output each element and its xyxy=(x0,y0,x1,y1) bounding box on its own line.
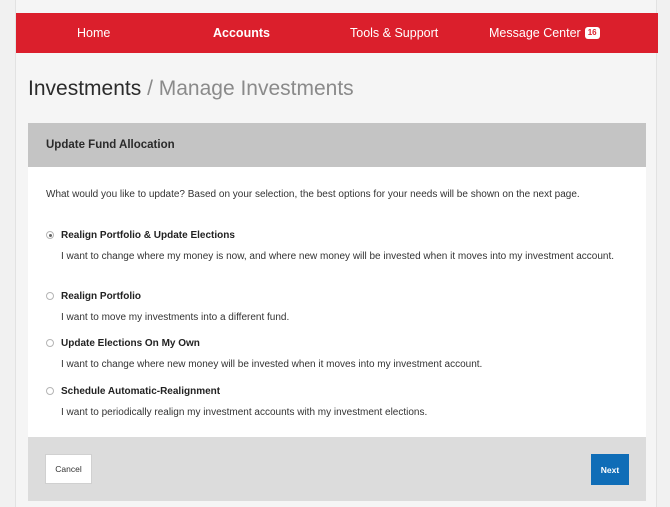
next-button[interactable]: Next xyxy=(591,454,629,485)
option-description: I want to move my investments into a dif… xyxy=(61,312,290,323)
page-frame: Home Accounts Tools & Support Message Ce… xyxy=(15,0,658,507)
top-navigation: Home Accounts Tools & Support Message Ce… xyxy=(16,13,658,53)
option-description: I want to periodically realign my invest… xyxy=(61,407,428,418)
page-title: Investments / Manage Investments xyxy=(28,77,354,101)
nav-accounts-label: Accounts xyxy=(213,26,270,40)
nav-message-center[interactable]: Message Center 16 xyxy=(489,13,600,53)
option-description: I want to change where new money will be… xyxy=(61,359,483,370)
radio-realign-portfolio[interactable] xyxy=(46,292,54,300)
intro-text: What would you like to update? Based on … xyxy=(46,189,580,200)
radio-schedule-realignment[interactable] xyxy=(46,387,54,395)
card-header: Update Fund Allocation xyxy=(28,123,646,167)
nav-tools-support[interactable]: Tools & Support xyxy=(350,13,438,53)
card-header-title: Update Fund Allocation xyxy=(46,139,175,151)
page-title-section[interactable]: Investments xyxy=(28,77,141,100)
nav-tools-support-label: Tools & Support xyxy=(350,26,439,40)
option-title[interactable]: Schedule Automatic-Realignment xyxy=(61,386,220,397)
option-description: I want to change where my money is now, … xyxy=(61,251,615,262)
radio-update-elections[interactable] xyxy=(46,339,54,347)
message-count-badge: 16 xyxy=(584,27,600,39)
nav-accounts[interactable]: Accounts xyxy=(213,13,270,53)
nav-message-center-label: Message Center xyxy=(489,26,581,40)
cancel-button[interactable]: Cancel xyxy=(45,454,92,484)
option-title[interactable]: Realign Portfolio & Update Elections xyxy=(61,230,235,241)
card-footer: Cancel Next xyxy=(28,437,646,501)
card-body: What would you like to update? Based on … xyxy=(28,167,646,437)
option-title[interactable]: Realign Portfolio xyxy=(61,291,141,302)
nav-home[interactable]: Home xyxy=(77,13,110,53)
nav-home-label: Home xyxy=(77,26,111,40)
radio-realign-and-update[interactable] xyxy=(46,231,54,239)
breadcrumb-separator: / xyxy=(147,77,153,100)
page-title-subpage: Manage Investments xyxy=(158,77,354,100)
option-title[interactable]: Update Elections On My Own xyxy=(61,338,200,349)
